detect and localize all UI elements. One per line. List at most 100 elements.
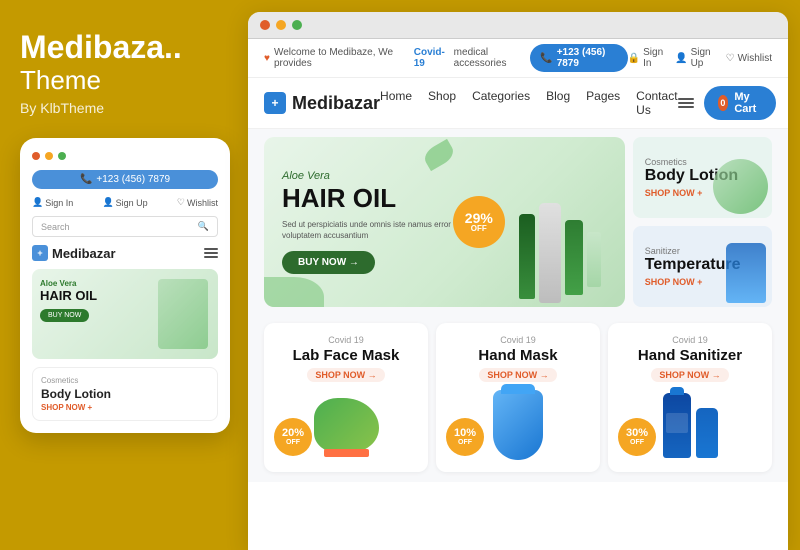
browser-window: ♥ Welcome to Medibaze, We provides Covid… [248, 12, 788, 550]
sanitizer-bottles [663, 393, 718, 458]
signin-link[interactable]: 🔒 Sign In [628, 47, 663, 69]
mobile-logo: + Medibazar [32, 245, 116, 261]
badge-off-1: OFF [286, 439, 300, 446]
product-bottle-3 [565, 220, 583, 295]
product-badge-1: 20% OFF [274, 418, 312, 456]
welcome-text: Welcome to Medibaze, We provides [274, 47, 410, 69]
bottle-top [670, 387, 684, 395]
brand-subtitle: Theme [20, 65, 101, 96]
mobile-signin[interactable]: 👤 Sign In [32, 197, 73, 208]
nav-contact[interactable]: Contact Us [636, 89, 677, 117]
nav-pages[interactable]: Pages [586, 89, 620, 117]
mobile-search-bar[interactable]: Search 🔍 [32, 216, 218, 237]
nav-categories[interactable]: Categories [472, 89, 530, 117]
leaf-decoration-2 [421, 139, 457, 171]
browser-dot-yellow[interactable] [276, 20, 286, 30]
mobile-wishlist[interactable]: ♡ Wishlist [177, 197, 218, 208]
nav-blog[interactable]: Blog [546, 89, 570, 117]
side-card-2-product-image [726, 243, 766, 303]
mobile-product-category: Cosmetics [41, 376, 209, 385]
mobile-banner-image [158, 279, 208, 349]
site-content: ♥ Welcome to Medibaze, We provides Covid… [248, 39, 788, 550]
covid-link[interactable]: Covid-19 [414, 47, 450, 69]
leaf-decoration [264, 277, 324, 307]
mobile-signup[interactable]: 👤 Sign Up [102, 197, 147, 208]
brand-by: By KlbTheme [20, 100, 104, 116]
sanitizer-bottle-1 [663, 393, 691, 458]
product-bottle-2 [539, 203, 561, 303]
hero-side-cards: Cosmetics Body Lotion SHOP NOW + Sanitiz… [633, 137, 772, 307]
search-icon: 🔍 [198, 221, 209, 232]
phone-icon: 📞 [80, 174, 92, 185]
glove-cuff [501, 384, 535, 394]
nav-links: Home Shop Categories Blog Pages Contact … [380, 89, 678, 117]
search-placeholder: Search [41, 222, 70, 232]
top-bar: ♥ Welcome to Medibaze, We provides Covid… [248, 39, 788, 78]
left-panel: Medibaza.. Theme By KlbTheme 📞 +123 (456… [0, 0, 248, 550]
mobile-menu-button[interactable] [204, 248, 218, 258]
lock-icon: 🔒 [628, 53, 640, 64]
site-logo[interactable]: + Medibazar [264, 92, 380, 114]
mobile-buy-button[interactable]: BUY NOW [40, 309, 89, 322]
hero-buy-button[interactable]: BUY NOW → [282, 251, 375, 274]
sanitizer-bottle-2 [696, 408, 718, 458]
product-shop-link-1[interactable]: SHOP NOW → [307, 368, 384, 382]
user-icon: 👤 [32, 197, 43, 208]
product-badge-3: 30% OFF [618, 418, 656, 456]
nav-home[interactable]: Home [380, 89, 412, 117]
logo-text: Medibazar [292, 93, 380, 114]
cart-badge: 0 [718, 95, 729, 111]
covid-suffix: medical accessories [454, 47, 531, 69]
phone-icon: 📞 [540, 53, 552, 64]
nav-shop[interactable]: Shop [428, 89, 456, 117]
hero-product-images [495, 137, 625, 307]
hero-banner: Aloe Vera HAIR OIL Sed ut perspiciatis u… [264, 137, 625, 307]
product-shop-link-3[interactable]: SHOP NOW → [651, 368, 728, 382]
brand-title: Medibaza.. [20, 30, 182, 65]
wishlist-link[interactable]: ♡ Wishlist [726, 53, 772, 64]
product-name-2: Hand Mask [478, 347, 557, 364]
phone-number: +123 (456) 7879 [557, 47, 618, 69]
signup-link[interactable]: 👤 Sign Up [675, 47, 713, 69]
signup-icon: 👤 [102, 197, 113, 208]
face-mask-visual [314, 398, 379, 453]
product-card-sanitizer: Covid 19 Hand Sanitizer SHOP NOW → 30% O… [608, 323, 772, 472]
mobile-phone-number: +123 (456) 7879 [96, 174, 170, 185]
product-bottle-4 [587, 232, 601, 287]
browser-dot-red[interactable] [260, 20, 270, 30]
product-badge-2: 10% OFF [446, 418, 484, 456]
badge-off-2: OFF [458, 439, 472, 446]
product-covid-label-2: Covid 19 [500, 335, 536, 345]
product-shop-link-2[interactable]: SHOP NOW → [479, 368, 556, 382]
hamburger-menu[interactable] [678, 98, 694, 108]
product-card-face-mask: Covid 19 Lab Face Mask SHOP NOW → 20% OF… [264, 323, 428, 472]
mobile-banner: Aloe Vera HAIR OIL BUY NOW [32, 269, 218, 359]
mobile-mockup: 📞 +123 (456) 7879 👤 Sign In 👤 Sign Up ♡ … [20, 138, 230, 433]
browser-chrome [248, 12, 788, 39]
dot-green [58, 152, 66, 160]
product-name-1: Lab Face Mask [293, 347, 400, 364]
mobile-nav: 👤 Sign In 👤 Sign Up ♡ Wishlist [32, 197, 218, 208]
user-icon: 👤 [675, 53, 687, 64]
mobile-product-shop[interactable]: SHOP NOW + [41, 403, 209, 412]
logo-icon: + [264, 92, 286, 114]
mobile-product-name: Body Lotion [41, 387, 209, 401]
cart-button[interactable]: 0 My Cart [704, 86, 776, 120]
mobile-logo-row: + Medibazar [32, 245, 218, 261]
dot-red [32, 152, 40, 160]
side-card-product-image [713, 159, 768, 214]
browser-dot-green[interactable] [292, 20, 302, 30]
badge-pct-3: 30% [626, 428, 648, 439]
product-name-3: Hand Sanitizer [638, 347, 742, 364]
heart-icon: ♡ [726, 53, 735, 64]
product-covid-label-3: Covid 19 [672, 335, 708, 345]
product-bottle-1 [519, 214, 535, 299]
heart-icon: ♡ [177, 197, 185, 208]
badge-percent: 29% [465, 211, 493, 225]
top-bar-right: 🔒 Sign In 👤 Sign Up ♡ Wishlist [628, 47, 772, 69]
product-covid-label-1: Covid 19 [328, 335, 364, 345]
main-nav: + Medibazar Home Shop Categories Blog Pa… [248, 78, 788, 129]
side-card-body-lotion: Cosmetics Body Lotion SHOP NOW + [633, 137, 772, 218]
mobile-logo-icon: + [32, 245, 48, 261]
mobile-phone-bar: 📞 +123 (456) 7879 [32, 170, 218, 189]
